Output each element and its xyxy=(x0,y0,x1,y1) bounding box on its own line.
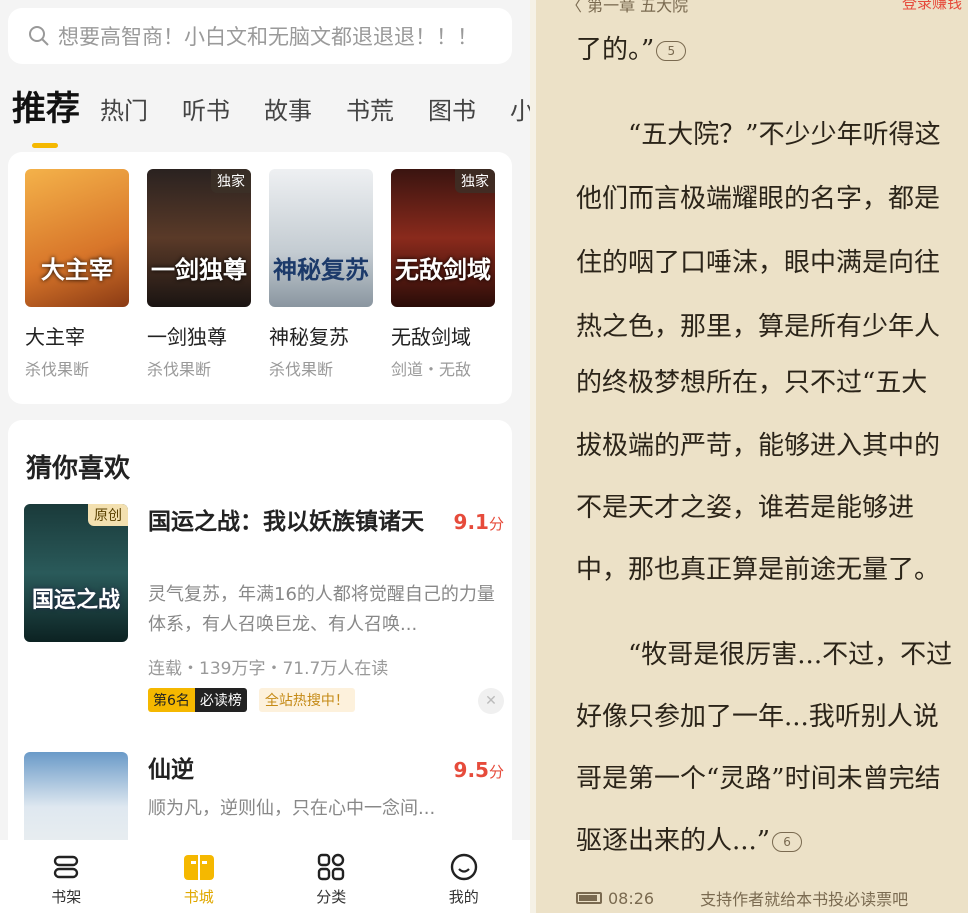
tab-recommend[interactable]: 推荐 xyxy=(12,81,80,148)
support-author-link[interactable]: 支持作者就给本书投必读票吧 xyxy=(700,886,908,910)
reader-status-bar: 08:26 支持作者就给本书投必读票吧 xyxy=(576,886,908,910)
dismiss-icon[interactable]: ✕ xyxy=(478,688,504,714)
reader-panel: 〈 第一章 五大院 登录赚钱 了的。” 5 “五大院？”不少少年听得这 他们而言极… xyxy=(536,0,968,913)
featured-book[interactable]: 独家 无敌剑域 无敌剑域 剑道・无敌 xyxy=(391,169,495,380)
cover-title: 一剑独尊 xyxy=(151,256,247,284)
nav-label: 书城 xyxy=(183,888,214,906)
reader-line: “牧哥是很厉害...不过，不过 xyxy=(576,640,953,670)
book-cover: 大主宰 xyxy=(25,169,129,307)
bookstore-panel: 想要高智商！小白文和无脑文都退退退！！！ 推荐 热门 听书 故事 书荒 图书 小… xyxy=(0,0,530,913)
cover-title: 大主宰 xyxy=(41,256,113,284)
original-badge: 原创 xyxy=(88,504,128,526)
nav-category[interactable]: 分类 xyxy=(265,840,398,913)
cover-title: 国运之战 xyxy=(31,588,120,613)
search-bar[interactable]: 想要高智商！小白文和无脑文都退退退！！！ xyxy=(8,8,512,64)
chapter-title[interactable]: 〈 第一章 五大院 xyxy=(566,0,688,16)
must-read-badge: 必读榜 xyxy=(194,688,247,712)
list-item[interactable]: 原创 国运之战 国运之战：我以妖族镇诸天 9.1分 灵气复苏，年满16的人都将觉… xyxy=(24,504,504,714)
book-meta: 连载・139万字・71.7万人在读 xyxy=(148,659,389,679)
cover-title: 神秘复苏 xyxy=(273,256,369,284)
nav-label: 我的 xyxy=(448,888,479,906)
featured-book[interactable]: 神秘复苏 神秘复苏 杀伐果断 xyxy=(269,169,373,380)
book-tagline: 杀伐果断 xyxy=(147,360,212,379)
nav-bookshelf[interactable]: 书架 xyxy=(0,840,133,913)
book-score: 9.1分 xyxy=(453,510,504,534)
featured-book[interactable]: 独家 一剑独尊 一剑独尊 杀伐果断 xyxy=(147,169,251,380)
nav-bookstore[interactable]: 书城 xyxy=(133,840,266,913)
reader-line: 了的。” 5 xyxy=(576,22,968,79)
rank-badge: 第6名 xyxy=(148,688,195,712)
exclusive-badge: 独家 xyxy=(455,169,495,193)
reader-line: “五大院？”不少少年听得这 xyxy=(576,120,941,150)
book-badges: 第6名 必读榜 全站热搜中！ xyxy=(148,688,355,712)
book-tagline: 杀伐果断 xyxy=(269,360,334,379)
bookstore-icon xyxy=(183,855,214,880)
book-description: 灵气复苏，年满16的人都将觉醒自己的力量体系，有人召唤巨龙、有人召唤... xyxy=(148,584,495,635)
reader-line: 哥是第一个“灵路”时间未曾完结 xyxy=(576,764,941,794)
book-description: 顺为凡，逆则仙，只在心中一念间... xyxy=(148,798,436,819)
book-cover: 原创 国运之战 xyxy=(24,504,128,642)
category-tabs: 推荐 热门 听书 故事 书荒 图书 小 xyxy=(12,81,530,148)
book-cover: 独家 一剑独尊 xyxy=(147,169,251,307)
tab-book-famine[interactable]: 书荒 xyxy=(346,91,394,136)
section-title: 猜你喜欢 xyxy=(26,454,131,484)
reader-line: 不是天才之姿，谁若是能够进 xyxy=(576,493,915,523)
profile-icon xyxy=(450,853,477,881)
nav-label: 书架 xyxy=(51,888,82,906)
book-title: 仙逆 xyxy=(148,757,194,783)
category-icon xyxy=(318,853,345,881)
search-placeholder: 想要高智商！小白文和无脑文都退退退！！！ xyxy=(58,25,478,49)
book-score: 9.5分 xyxy=(453,758,504,782)
book-cover: 独家 无敌剑域 xyxy=(391,169,495,307)
reader-line: 驱逐出来的人...” 6 xyxy=(576,813,968,870)
search-icon xyxy=(29,26,49,46)
book-title: 无敌剑域 xyxy=(391,325,471,349)
tab-books[interactable]: 图书 xyxy=(428,91,476,136)
exclusive-badge: 独家 xyxy=(211,169,251,193)
tab-stories[interactable]: 故事 xyxy=(264,91,312,136)
book-title: 一剑独尊 xyxy=(147,325,227,349)
book-tagline: 剑道・无敌 xyxy=(391,360,472,379)
reader-line: 他们而言极端耀眼的名字，都是 xyxy=(576,184,941,214)
reader-line: 热之色，那里，算是所有少年人 xyxy=(576,312,941,342)
guess-you-like: 猜你喜欢 原创 国运之战 国运之战：我以妖族镇诸天 9.1分 灵气复苏，年满16… xyxy=(8,420,512,890)
featured-book[interactable]: 大主宰 大主宰 杀伐果断 xyxy=(25,169,129,380)
featured-books: 大主宰 大主宰 杀伐果断 独家 一剑独尊 一剑独尊 杀伐果断 神秘复苏 神秘复苏… xyxy=(8,152,512,404)
cover-title: 无敌剑域 xyxy=(395,256,491,284)
tab-audiobook[interactable]: 听书 xyxy=(182,91,230,136)
hot-search-badge: 全站热搜中！ xyxy=(258,688,355,712)
login-earn-button[interactable]: 登录赚钱 xyxy=(902,0,962,13)
book-title: 国运之战：我以妖族镇诸天 xyxy=(148,509,424,535)
book-cover: 神秘复苏 xyxy=(269,169,373,307)
book-title: 大主宰 xyxy=(25,325,85,349)
reader-line: 住的咽了口唾沫，眼中满是向往 xyxy=(576,248,941,278)
nav-label: 分类 xyxy=(316,888,347,906)
bottom-nav: 书架 书城 分类 我的 xyxy=(0,840,530,913)
book-tagline: 杀伐果断 xyxy=(25,360,90,379)
battery-icon xyxy=(576,892,602,904)
tab-novel[interactable]: 小 xyxy=(510,91,530,136)
clock: 08:26 xyxy=(608,888,655,908)
reader-line: 好像只参加了一年...我听别人说 xyxy=(576,702,939,732)
comment-bubble-icon[interactable]: 5 xyxy=(656,41,687,61)
reader-line: 中，那也真正算是前途无量了。 xyxy=(576,555,941,585)
reader-line: 的终极梦想所在，只不过“五大 xyxy=(576,368,928,398)
bookshelf-icon xyxy=(54,855,79,879)
reader-line: 拔极端的严苛，能够进入其中的 xyxy=(576,431,941,461)
comment-bubble-icon[interactable]: 6 xyxy=(772,832,803,852)
book-title: 神秘复苏 xyxy=(269,325,349,349)
tab-hot[interactable]: 热门 xyxy=(100,91,148,136)
nav-profile[interactable]: 我的 xyxy=(398,840,531,913)
